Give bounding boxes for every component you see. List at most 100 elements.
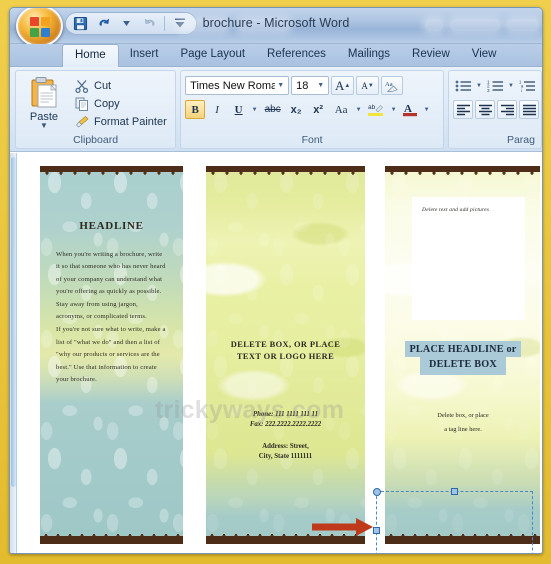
align-center-icon [478, 104, 492, 115]
selection-handle-middle-left[interactable] [373, 527, 380, 534]
bottom-border-band-left [40, 536, 183, 544]
subscript-button[interactable]: x₂ [286, 100, 306, 119]
format-painter-button[interactable]: Format Painter [71, 113, 170, 130]
window-title: brochure - Microsoft Word [202, 16, 350, 30]
text-highlight-color-button[interactable]: ab [365, 100, 387, 119]
paste-icon [29, 76, 59, 110]
grow-font-label: A [334, 77, 345, 93]
italic-button[interactable]: I [207, 100, 227, 119]
align-right-icon [500, 104, 514, 115]
bold-label: B [191, 103, 199, 116]
cut-button[interactable]: Cut [71, 77, 170, 94]
justify-button[interactable] [519, 100, 540, 119]
superscript-button[interactable]: x² [308, 100, 328, 119]
picture-placeholder-box[interactable]: Delete text and add pictures [412, 197, 525, 320]
left-panel-paragraph-2: If you're not sure what to write, make a… [56, 326, 166, 384]
brochure-panel-middle[interactable]: DELETE BOX, OR PLACE TEXT OR LOGO HERE P… [206, 166, 365, 544]
ribbon-group-clipboard: Paste ▼ Cut Copy Format Painter Clipboar… [15, 70, 177, 149]
underline-label: U [234, 103, 243, 116]
font-family-combo[interactable]: Times New Roman ▼ [185, 76, 290, 95]
tab-review[interactable]: Review [401, 44, 461, 66]
bullets-button[interactable] [453, 76, 473, 95]
cut-label: Cut [94, 79, 112, 92]
scissors-icon [74, 78, 90, 93]
bottom-fringe-left [40, 529, 183, 536]
subscript-label: x₂ [290, 103, 302, 116]
copy-button[interactable]: Copy [71, 95, 170, 112]
top-fringe-right [385, 172, 540, 181]
strikethrough-button[interactable]: abc [261, 100, 284, 119]
underline-dropdown-button[interactable]: ▼ [250, 100, 259, 119]
document-canvas[interactable]: HEADLINE When you're writing a brochure,… [10, 152, 542, 553]
tab-home[interactable]: Home [62, 44, 119, 67]
font-color-icon: A [403, 103, 418, 117]
brochure-panel-right[interactable]: Delete text and add pictures PLACE HEADL… [385, 166, 540, 544]
multilevel-list-dropdown-button[interactable]: ▼ [539, 76, 541, 95]
multilevel-list-button[interactable]: 1ai [517, 76, 537, 95]
chevron-down-icon: ▼ [317, 82, 325, 89]
change-case-label: Aa [334, 103, 348, 116]
align-right-button[interactable] [497, 100, 518, 119]
picture-placeholder-text: Delete text and add pictures [422, 207, 490, 213]
tab-page-layout[interactable]: Page Layout [169, 44, 256, 66]
svg-text:Aa: Aa [385, 81, 393, 88]
text-highlight-dropdown-button[interactable]: ▼ [389, 100, 398, 119]
tab-insert[interactable]: Insert [119, 44, 170, 66]
tab-view[interactable]: View [461, 44, 508, 66]
headline-text-box[interactable]: PLACE HEADLINE or DELETE BOX [399, 341, 527, 375]
tagline-line-1: Delete box, or place [437, 412, 489, 419]
highlighter-icon: ab [368, 104, 384, 116]
font-size-value: 18 [296, 79, 309, 92]
shrink-font-button[interactable]: A ▼ [356, 76, 380, 95]
outer-gold-frame: brochure - Microsoft Word Home Insert Pa… [0, 0, 551, 564]
copy-label: Copy [94, 97, 120, 110]
numbering-button[interactable]: 123 [485, 76, 505, 95]
paste-button[interactable]: Paste ▼ [20, 74, 68, 130]
brochure-panel-left[interactable]: HEADLINE When you're writing a brochure,… [40, 166, 183, 544]
change-case-dropdown-button[interactable]: ▼ [354, 100, 363, 119]
top-fringe-left [40, 172, 183, 181]
numbering-icon: 123 [487, 79, 503, 92]
align-center-button[interactable] [475, 100, 496, 119]
paste-dropdown-caret[interactable]: ▼ [40, 122, 48, 130]
left-panel-headline: HEADLINE [79, 220, 144, 232]
font-color-dropdown-button[interactable]: ▼ [422, 100, 431, 119]
fax-line: Fax: 222.2222.2222.2222 [249, 420, 322, 428]
bullets-icon [455, 80, 471, 91]
font-size-combo[interactable]: 18 ▼ [291, 76, 330, 95]
underline-button[interactable]: U [229, 100, 248, 119]
middle-panel-headline: DELETE BOX, OR PLACE TEXT OR LOGO HERE [206, 339, 365, 363]
phone-line: Phone: 111 1111 111 11 [253, 411, 318, 418]
ribbon-tab-bar: Home Insert Page Layout References Maili… [10, 44, 542, 67]
title-bar: brochure - Microsoft Word [10, 8, 542, 47]
ribbon-group-paragraph: ▼ 123 ▼ 1 a i Parag [448, 70, 542, 149]
left-panel-body: When you're writing a brochure, write it… [40, 249, 183, 386]
numbering-dropdown-button[interactable]: ▼ [507, 76, 515, 95]
right-headline-line-2: DELETE BOX [420, 357, 506, 375]
svg-text:3: 3 [487, 87, 490, 92]
italic-label: I [215, 103, 219, 116]
tab-references[interactable]: References [256, 44, 337, 66]
grow-font-button[interactable]: A ▲ [331, 76, 355, 95]
top-fringe-middle [206, 172, 365, 181]
copy-icon [74, 96, 90, 111]
change-case-button[interactable]: Aa [330, 100, 352, 119]
clear-formatting-button[interactable]: Aa [381, 76, 404, 95]
tab-mailings[interactable]: Mailings [337, 44, 401, 66]
bottom-border-band-right [385, 536, 540, 544]
multilevel-list-icon: 1ai [519, 79, 535, 92]
left-panel-paragraph-1: When you're writing a brochure, write it… [56, 251, 166, 321]
bullets-dropdown-button[interactable]: ▼ [475, 76, 483, 95]
scrollbar-thumb[interactable] [11, 157, 16, 487]
address-line-1: Address: Street, [262, 443, 309, 450]
vertical-scrollbar[interactable] [10, 153, 17, 553]
align-left-button[interactable] [453, 100, 474, 119]
font-color-button[interactable]: A [400, 100, 420, 119]
bold-button[interactable]: B [185, 100, 206, 119]
svg-text:ab: ab [368, 104, 376, 111]
middle-panel-address: Address: Street, City, State 1111111 [206, 442, 365, 461]
format-painter-label: Format Painter [94, 115, 167, 128]
justify-icon [522, 104, 536, 115]
selection-handle-top-left[interactable] [373, 488, 381, 496]
ribbon-group-font: Times New Roman ▼ 18 ▼ A ▲ A ▼ Aa B I U … [180, 70, 445, 149]
